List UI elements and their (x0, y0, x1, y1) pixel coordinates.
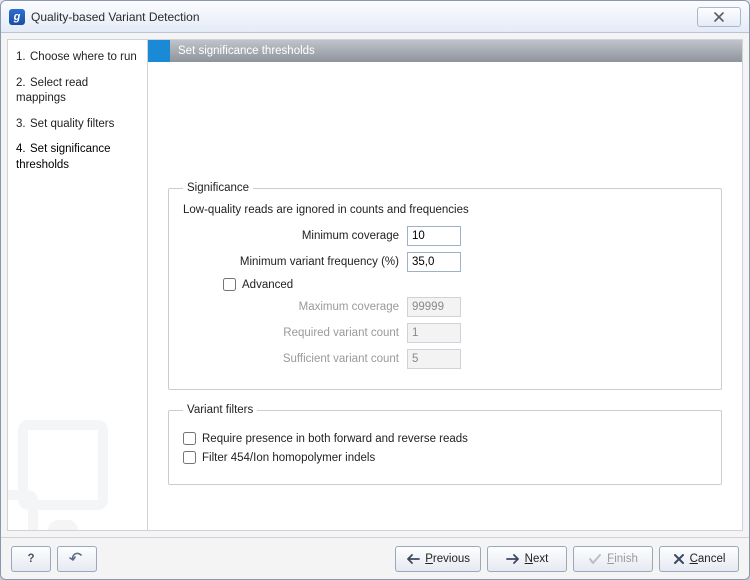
cancel-button[interactable]: Cancel (659, 546, 739, 572)
require-presence-label: Require presence in both forward and rev… (202, 433, 468, 445)
close-icon (713, 12, 725, 22)
previous-button[interactable]: Previous (395, 546, 481, 572)
min-freq-input[interactable] (407, 252, 461, 272)
variant-filters-group: Variant filters Require presence in both… (168, 404, 722, 485)
finish-button[interactable]: Finish (573, 546, 653, 572)
titlebar: g Quality-based Variant Detection (1, 1, 749, 33)
undo-icon (69, 552, 85, 566)
advanced-checkbox[interactable] (223, 278, 236, 291)
step-header-title: Set significance thresholds (178, 45, 315, 57)
min-coverage-label: Minimum coverage (183, 230, 407, 242)
significance-legend: Significance (183, 182, 253, 194)
req-variant-input (407, 323, 461, 343)
advanced-label: Advanced (242, 279, 293, 291)
filter-homopolymer-checkbox[interactable] (183, 451, 196, 464)
variant-filters-legend: Variant filters (183, 404, 257, 416)
wizard-step-label: Set significance thresholds (16, 143, 111, 171)
step-header: Set significance thresholds (148, 40, 742, 62)
significance-note: Low-quality reads are ignored in counts … (183, 204, 707, 216)
help-button[interactable]: ? (11, 546, 51, 572)
wizard-step-3[interactable]: 3.Set quality filters (16, 117, 139, 133)
suf-variant-label: Sufficient variant count (183, 353, 407, 365)
reset-button[interactable] (57, 546, 97, 572)
finish-label: Finish (607, 553, 638, 565)
min-coverage-input[interactable] (407, 226, 461, 246)
arrow-right-icon (506, 554, 520, 564)
max-coverage-input (407, 297, 461, 317)
footer: ? Previous Next Finish Cancel (1, 537, 749, 579)
wizard-steps: 1.Choose where to run 2.Select read mapp… (16, 50, 139, 173)
cancel-icon (673, 553, 685, 565)
significance-group: Significance Low-quality reads are ignor… (168, 182, 722, 390)
wizard-step-2[interactable]: 2.Select read mappings (16, 76, 139, 107)
min-freq-label: Minimum variant frequency (%) (183, 256, 407, 268)
wizard-step-label: Set quality filters (30, 118, 114, 130)
dialog-body: 1.Choose where to run 2.Select read mapp… (7, 39, 743, 531)
dialog-window: g Quality-based Variant Detection 1.Choo… (0, 0, 750, 580)
arrow-left-icon (406, 554, 420, 564)
wizard-sidebar: 1.Choose where to run 2.Select read mapp… (8, 40, 148, 530)
cancel-label: Cancel (690, 553, 726, 565)
previous-label: Previous (425, 553, 470, 565)
help-icon: ? (27, 553, 34, 565)
max-coverage-label: Maximum coverage (183, 301, 407, 313)
app-icon: g (9, 9, 25, 25)
req-variant-label: Required variant count (183, 327, 407, 339)
require-presence-checkbox[interactable] (183, 432, 196, 445)
close-button[interactable] (697, 7, 741, 27)
content-area: Significance Low-quality reads are ignor… (148, 62, 742, 519)
filter-homopolymer-label: Filter 454/Ion homopolymer indels (202, 452, 375, 464)
next-label: Next (525, 553, 549, 565)
next-button[interactable]: Next (487, 546, 567, 572)
step-marker (148, 40, 170, 62)
wizard-step-label: Choose where to run (30, 51, 137, 63)
suf-variant-input (407, 349, 461, 369)
check-icon (588, 553, 602, 565)
window-title: Quality-based Variant Detection (31, 10, 200, 24)
advanced-group: Maximum coverage Required variant count … (183, 297, 707, 369)
main-panel: Set significance thresholds Significance… (148, 40, 742, 530)
wizard-step-4[interactable]: 4.Set significance thresholds (16, 142, 139, 173)
wizard-step-1[interactable]: 1.Choose where to run (16, 50, 139, 66)
advanced-row: Advanced (223, 278, 707, 291)
